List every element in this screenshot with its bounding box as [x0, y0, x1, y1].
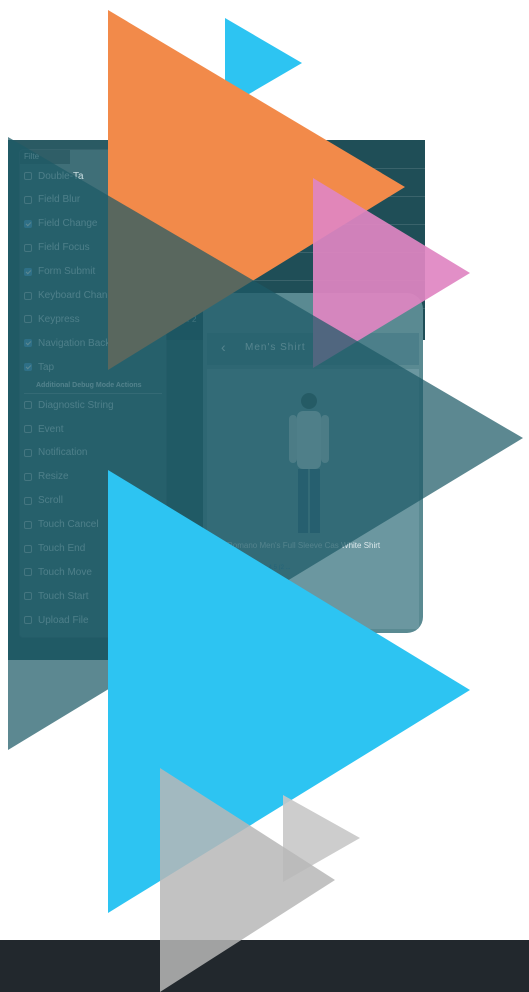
event-option-label: Keypress [38, 313, 80, 325]
event-option-navigation-back[interactable]: Navigation Back [24, 332, 110, 354]
event-option-event[interactable]: Event [24, 418, 64, 440]
checkbox-icon[interactable] [24, 401, 32, 410]
product-card[interactable]: Romano Men's Full Sleeve Cas White Shirt… [207, 369, 419, 629]
checkbox-checked-icon[interactable] [24, 267, 32, 276]
checkbox-icon[interactable] [24, 592, 32, 601]
event-option-double-ta[interactable]: Double-Ta [24, 165, 84, 187]
event-option-label: Touch Move [38, 566, 92, 578]
event-option-field-blur[interactable]: Field Blur [24, 189, 80, 211]
phone-app-bar: ‹ Men's Shirt [207, 333, 419, 365]
size-label: Size [227, 595, 243, 604]
event-option-field-focus[interactable]: Field Focus [24, 237, 90, 259]
checkbox-icon[interactable] [24, 243, 32, 252]
phone-screen-title: Men's Shirt [245, 342, 306, 353]
checkbox-icon[interactable] [24, 616, 32, 625]
event-option-label: Upload File [38, 614, 89, 626]
small-grey-triangle [283, 795, 360, 882]
event-option-label: Double-Ta [38, 170, 84, 182]
event-option-label: Tap [38, 361, 55, 373]
checkbox-checked-icon[interactable] [24, 339, 32, 348]
event-option-label: Touch Start [38, 590, 89, 602]
checkbox-icon[interactable] [24, 568, 32, 577]
event-option-label: Notification [38, 447, 88, 459]
event-option-label: Touch End [38, 543, 86, 554]
event-option-label: Field Focus [38, 242, 90, 254]
event-option-notification[interactable]: Notification [24, 442, 87, 464]
small-cyan-triangle [225, 18, 302, 108]
checkbox-icon[interactable] [24, 172, 32, 180]
checkbox-icon[interactable] [24, 496, 32, 505]
back-arrow-icon[interactable]: ‹ [221, 339, 226, 355]
event-option-touch-cancel[interactable]: Touch Cancel [24, 514, 99, 536]
event-option-label: Resize [38, 471, 69, 483]
event-option-label: Keyboard Change [38, 290, 119, 301]
event-option-label: Event [38, 423, 64, 435]
event-option-label: Scroll [38, 495, 64, 507]
event-option-diagnostic-string[interactable]: Diagnostic String [24, 394, 114, 416]
checkbox-icon[interactable] [24, 472, 32, 481]
checkbox-icon[interactable] [24, 315, 32, 324]
event-option-label: Field Blur [38, 194, 81, 206]
checkbox-checked-icon[interactable] [24, 219, 32, 228]
event-option-upload-file[interactable]: Upload File [24, 609, 89, 631]
event-option-keypress[interactable]: Keypress [24, 308, 80, 330]
event-option-scroll[interactable]: Scroll [24, 490, 63, 512]
event-option-label: Diagnostic String [38, 399, 114, 411]
product-model-image [289, 393, 329, 533]
footer-bar [0, 940, 529, 992]
event-option-resize[interactable]: Resize [24, 466, 69, 488]
event-option-field-change[interactable]: Field Change [24, 213, 97, 235]
event-option-touch-end[interactable]: Touch End [24, 538, 85, 560]
event-option-label: Navigation Back [38, 337, 111, 349]
panel-header: Filte [20, 150, 70, 164]
phone-preview: ‹ Men's Shirt Romano Men's Full Sleeve C… [203, 293, 423, 633]
event-option-label: Field Change [38, 218, 98, 230]
rating-badge [227, 565, 247, 573]
rating-text: Worth 4.5 (2 ... [251, 565, 291, 571]
debug-section-title: Additional Debug Mode Actions [36, 382, 142, 390]
checkbox-icon[interactable] [24, 448, 32, 457]
checkbox-icon[interactable] [24, 195, 32, 204]
event-option-tap[interactable]: Tap [24, 356, 54, 378]
event-option-label: Form Submit [38, 266, 96, 278]
debug-events-panel: Filte Double-Ta Field Blur Field Change Fie… [20, 150, 166, 637]
checkbox-icon[interactable] [24, 425, 32, 433]
event-option-keyboard-change[interactable]: Keyboard Change [24, 285, 119, 307]
checkbox-icon[interactable] [24, 544, 32, 553]
event-option-label: Touch Cancel [38, 519, 99, 531]
event-option-form-submit[interactable]: Form Submit [24, 261, 95, 283]
checkbox-icon[interactable] [24, 520, 32, 529]
event-option-touch-start[interactable]: Touch Start [24, 585, 89, 607]
checkbox-checked-icon[interactable] [24, 363, 32, 372]
product-name: Romano Men's Full Sleeve Cas White Shirt [227, 541, 381, 550]
checkbox-icon[interactable] [24, 291, 32, 300]
event-option-touch-move[interactable]: Touch Move [24, 561, 92, 583]
panel-header-label: Filte [24, 152, 40, 161]
